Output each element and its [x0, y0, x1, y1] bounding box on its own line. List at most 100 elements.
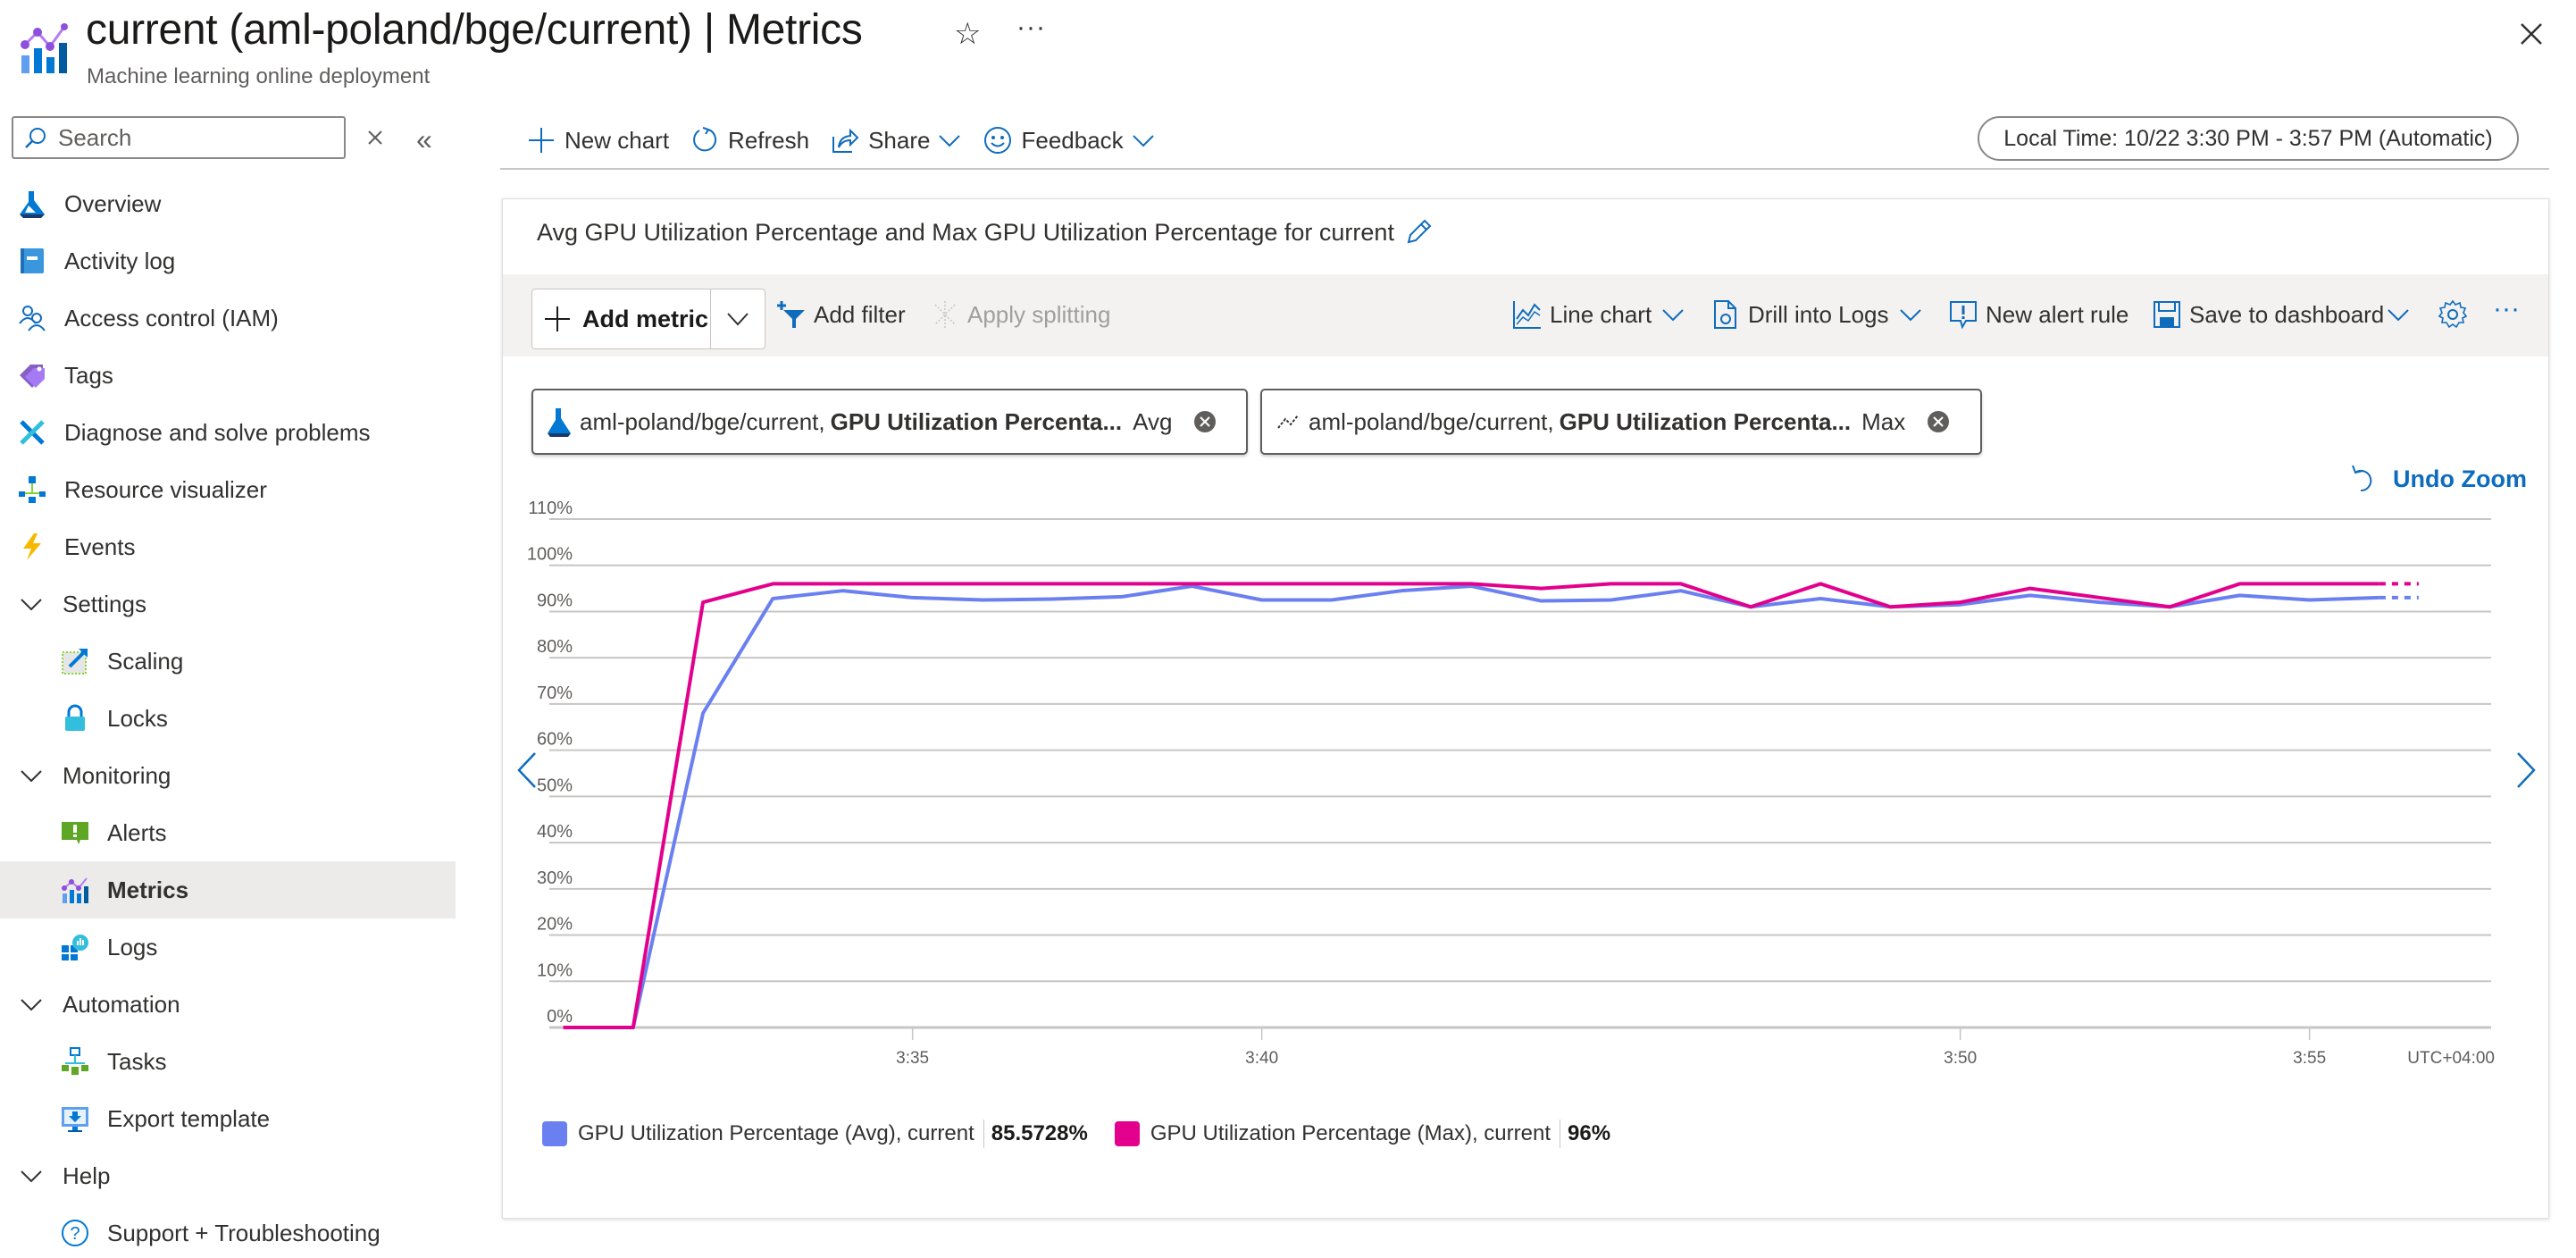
sidebar-item-label: Logs	[107, 933, 158, 960]
remove-metric-icon[interactable]	[1927, 410, 1950, 433]
gear-icon[interactable]	[2438, 299, 2468, 330]
logs-icon	[61, 933, 89, 961]
timezone-label: UTC+04:00	[2407, 1049, 2495, 1068]
add-metric-dropdown[interactable]	[711, 289, 765, 348]
legend-item-max[interactable]: GPU Utilization Percentage (Max), curren…	[1114, 1120, 1637, 1148]
sidebar-item-support[interactable]: ? Support + Troubleshooting	[0, 1204, 456, 1258]
apply-splitting-button[interactable]: Apply splitting	[930, 299, 1110, 330]
metric-pill-avg[interactable]: aml-poland/bge/current, GPU Utilization …	[531, 389, 1248, 455]
sidebar-item-label: Alerts	[107, 818, 167, 846]
search-input[interactable]	[58, 123, 326, 152]
chevron-down-icon	[2388, 309, 2409, 322]
chevron-down-icon	[18, 1162, 45, 1190]
lightning-icon	[18, 533, 46, 561]
sidebar-item-scaling[interactable]: Scaling	[0, 633, 456, 690]
sidebar-item-label: Activity log	[64, 247, 176, 274]
wrench-icon	[18, 418, 46, 447]
tasks-icon	[61, 1047, 89, 1076]
sidebar-search[interactable]	[12, 116, 346, 159]
feedback-button[interactable]: Feedback	[983, 126, 1155, 155]
close-icon[interactable]	[2515, 18, 2547, 50]
chevron-down-icon	[18, 761, 45, 790]
add-metric-split-button: Add metric	[531, 289, 765, 349]
sidebar-item-label: Access control (IAM)	[64, 304, 279, 331]
line-chart-icon	[1513, 301, 1541, 329]
new-alert-rule-button[interactable]: New alert rule	[1948, 299, 2129, 330]
y-tick-label: 10%	[537, 960, 573, 980]
y-tick-label: 60%	[537, 730, 573, 750]
tag-icon	[18, 361, 46, 390]
sidebar-group-settings[interactable]: Settings	[0, 575, 456, 633]
line-chart-button[interactable]: Line chart	[1512, 299, 1685, 330]
chevron-down-icon	[1899, 309, 1921, 322]
export-template-icon	[61, 1104, 89, 1133]
legend-item-avg[interactable]: GPU Utilization Percentage (Avg), curren…	[542, 1120, 1115, 1148]
legend-swatch	[1114, 1121, 1140, 1146]
edit-pencil-icon[interactable]	[1403, 217, 1434, 247]
x-tick-label: 3:40	[1245, 1049, 1278, 1068]
clear-search-icon[interactable]	[363, 125, 388, 150]
sidebar-item-locks[interactable]: Locks	[0, 690, 456, 747]
sidebar-item-logs[interactable]: Logs	[0, 918, 456, 976]
sidebar-item-metrics[interactable]: Metrics	[0, 861, 456, 918]
sidebar-item-access-control[interactable]: Access control (IAM)	[0, 289, 456, 347]
sidebar-item-export-template[interactable]: Export template	[0, 1090, 456, 1147]
activity-log-icon	[18, 247, 46, 275]
metric-pill-max[interactable]: aml-poland/bge/current, GPU Utilization …	[1260, 389, 1982, 455]
help-icon: ?	[61, 1219, 89, 1247]
sidebar-item-overview[interactable]: Overview	[0, 175, 456, 232]
chart-grid: 0% 10% 20% 30% 40% 50% 60% 70% 80% 90% 100% 110%	[527, 499, 2491, 1029]
chart-x-axis: 3:35 3:40 3:50 3:55 UTC+04:00	[896, 1027, 2495, 1068]
sidebar-item-events[interactable]: Events	[0, 518, 456, 575]
chevron-right-icon[interactable]	[2513, 750, 2539, 791]
azure-ml-icon	[18, 189, 46, 218]
add-filter-button[interactable]: Add filter	[776, 299, 906, 330]
chart-title[interactable]: Avg GPU Utilization Percentage and Max G…	[537, 217, 1434, 247]
chevron-down-icon	[18, 590, 45, 618]
sidebar-item-label: Export template	[107, 1104, 271, 1132]
refresh-button[interactable]: Refresh	[690, 126, 809, 155]
sidebar-group-automation[interactable]: Automation	[0, 976, 456, 1033]
chevron-down-icon	[939, 135, 961, 147]
time-range-picker[interactable]: Local Time: 10/22 3:30 PM - 3:57 PM (Aut…	[1978, 116, 2519, 161]
collapse-sidebar-icon[interactable]: «	[416, 123, 432, 156]
lock-icon	[61, 704, 89, 733]
share-icon	[832, 128, 859, 153]
sidebar-item-activity-log[interactable]: Activity log	[0, 232, 456, 289]
sidebar-group-monitoring[interactable]: Monitoring	[0, 747, 456, 804]
sidebar-item-alerts[interactable]: Alerts	[0, 804, 456, 861]
remove-metric-icon[interactable]	[1193, 410, 1217, 433]
y-tick-label: 80%	[537, 637, 573, 657]
chevron-left-icon[interactable]	[514, 750, 540, 791]
sidebar-item-diagnose[interactable]: Diagnose and solve problems	[0, 404, 456, 461]
undo-zoom-button[interactable]: Undo Zoom	[2350, 464, 2527, 494]
azure-ml-icon	[548, 408, 571, 437]
add-metric-button[interactable]: Add metric	[532, 289, 711, 348]
sidebar-item-tasks[interactable]: Tasks	[0, 1033, 456, 1090]
y-tick-label: 90%	[537, 591, 573, 610]
more-options-icon[interactable]: ···	[2493, 294, 2520, 324]
sidebar-item-label: Locks	[107, 704, 168, 732]
new-chart-button[interactable]: New chart	[500, 126, 669, 155]
star-icon[interactable]: ☆	[954, 16, 981, 52]
y-tick-label: 30%	[537, 868, 573, 888]
alert-icon	[61, 818, 89, 847]
drill-into-logs-button[interactable]: Drill into Logs	[1710, 299, 1923, 330]
sidebar-item-label: Settings	[63, 590, 146, 617]
sidebar-item-tags[interactable]: Tags	[0, 347, 456, 404]
sidebar-item-label: Overview	[64, 189, 162, 217]
sidebar-item-resource-visualizer[interactable]: Resource visualizer	[0, 461, 456, 518]
filter-icon	[777, 301, 805, 328]
undo-icon	[2352, 465, 2372, 492]
series-line-max	[563, 582, 2379, 1029]
series-line-avg	[563, 584, 2379, 1029]
ellipsis-icon[interactable]: ···	[1016, 13, 1046, 43]
search-icon	[25, 128, 46, 148]
metrics-logo-icon	[21, 23, 68, 73]
chart-card: Avg GPU Utilization Percentage and Max G…	[502, 198, 2549, 1219]
sidebar-item-label: Help	[63, 1162, 111, 1189]
sidebar-group-help[interactable]: Help	[0, 1147, 456, 1204]
share-button[interactable]: Share	[831, 126, 962, 155]
save-to-dashboard-button[interactable]: Save to dashboard	[2152, 299, 2411, 330]
chevron-down-icon	[1132, 135, 1154, 147]
